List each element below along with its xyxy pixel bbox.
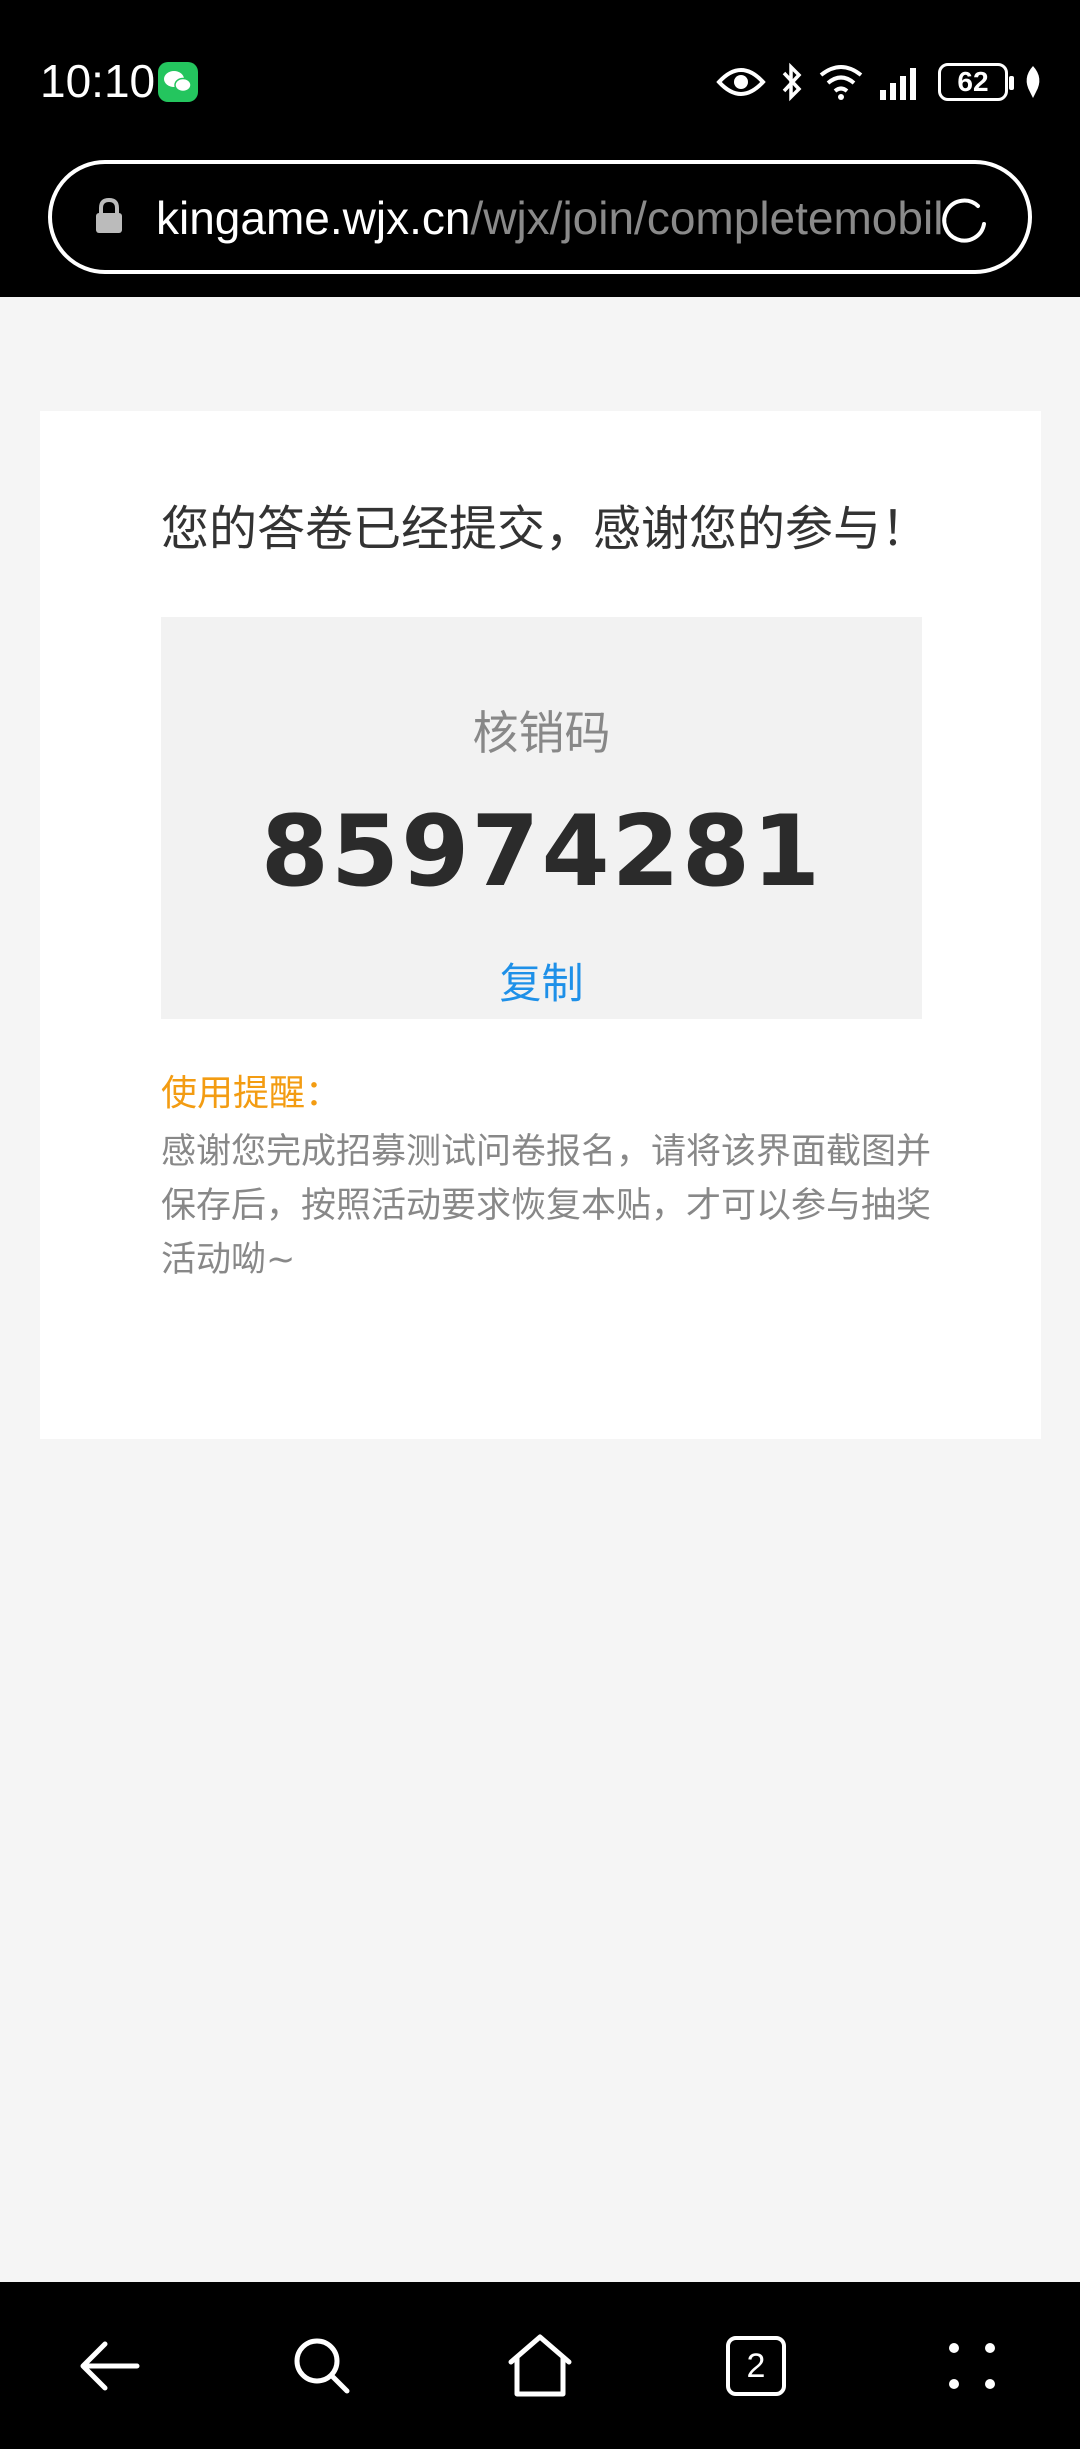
- reminder-text: 感谢您完成招募测试问卷报名，请将该界面截图并保存后，按照活动要求恢复本贴，才可以…: [161, 1132, 932, 1280]
- verification-code: 85974281: [260, 795, 823, 909]
- completion-card: 您的答卷已经提交，感谢您的参与！ 核销码 85974281 复制 使用提醒： 感…: [40, 411, 1041, 1439]
- tabs-icon: 2: [726, 2336, 786, 2396]
- url-path: /wjx/join/completemobile2.aspx: [470, 192, 946, 244]
- eye-icon: [716, 68, 766, 96]
- reload-icon[interactable]: [934, 190, 994, 250]
- bluetooth-icon: [782, 62, 802, 102]
- battery-icon: 62: [938, 63, 1014, 101]
- address-bar[interactable]: kingame.wjx.cn/wjx/join/completemobile2.…: [48, 160, 1032, 274]
- wechat-icon: [158, 62, 198, 102]
- reminder-title: 使用提醒：: [161, 1073, 342, 1114]
- wifi-icon: [819, 65, 863, 100]
- search-icon: [294, 2338, 350, 2394]
- verification-code-box: 核销码 85974281 复制: [161, 617, 922, 1019]
- bottom-navigation: 2: [0, 2282, 1080, 2449]
- tabs-button[interactable]: 2: [708, 2318, 804, 2414]
- menu-icon: [949, 2343, 995, 2389]
- signal-icon: [880, 68, 916, 100]
- thanks-message: 您的答卷已经提交，感谢您的参与！: [161, 501, 930, 557]
- status-bar: 10:10 62: [0, 0, 1080, 160]
- tab-count: 2: [746, 2346, 766, 2385]
- browser-toolbar: kingame.wjx.cn/wjx/join/completemobile2.…: [0, 160, 1080, 297]
- url-domain: kingame.wjx.cn: [156, 192, 471, 244]
- home-icon: [508, 2334, 572, 2397]
- battery-level: 62: [957, 66, 989, 97]
- status-time: 10:10: [40, 55, 156, 107]
- copy-button[interactable]: 复制: [161, 957, 922, 1011]
- url-text[interactable]: kingame.wjx.cn/wjx/join/completemobile2.…: [156, 188, 946, 248]
- back-icon: [80, 2341, 140, 2391]
- menu-button[interactable]: [924, 2318, 1020, 2414]
- code-label: 核销码: [472, 706, 611, 760]
- search-button[interactable]: [274, 2318, 370, 2414]
- home-button[interactable]: [492, 2318, 588, 2414]
- back-button[interactable]: [60, 2318, 156, 2414]
- lock-icon: [96, 197, 122, 233]
- leaf-icon: [1026, 66, 1040, 98]
